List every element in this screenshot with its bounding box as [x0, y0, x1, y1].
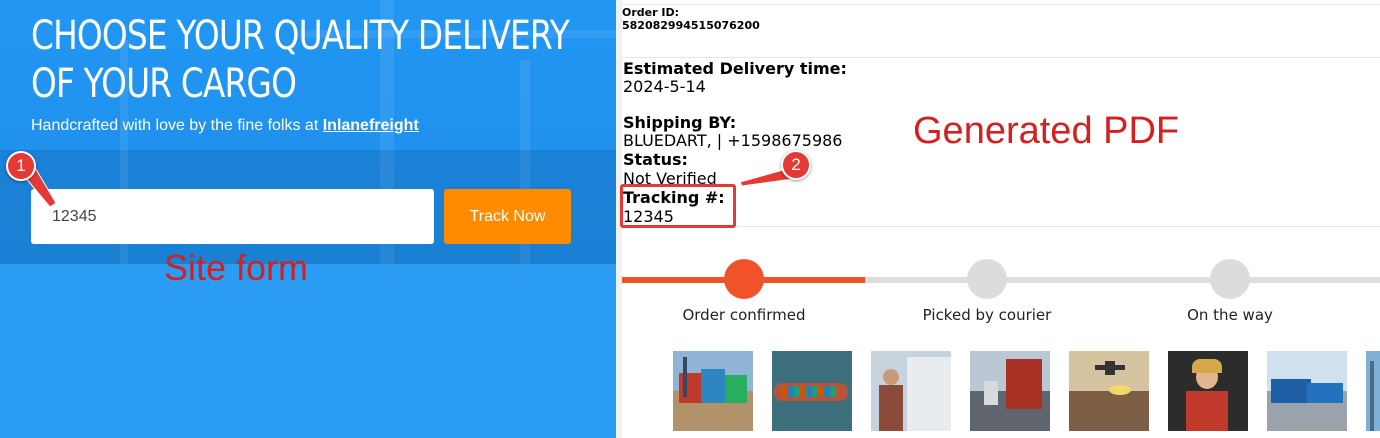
order-id-value: 582082994515076200	[622, 19, 760, 32]
track-now-button[interactable]: Track Now	[444, 189, 571, 244]
thumbnail-partial	[1366, 351, 1380, 431]
headline-line-1: CHOOSE YOUR QUALITY DELIVERY	[31, 13, 570, 59]
tracking-number-input[interactable]	[31, 189, 434, 244]
status-label: Status:	[623, 150, 688, 169]
shipping-label: Shipping BY:	[623, 113, 737, 132]
shipping-value: BLUEDART, | +1598675986	[623, 131, 843, 150]
step-label-picked-by-courier: Picked by courier	[922, 306, 1052, 324]
thumbnail-truck-driver	[871, 351, 951, 431]
thumbnail-blue-trucks-lot	[1267, 351, 1347, 431]
progress-line-remaining	[865, 277, 1380, 283]
site-form-panel: CHOOSE YOUR QUALITY DELIVERY OF YOUR CAR…	[0, 0, 616, 438]
annotation-badge-2: 2	[781, 150, 811, 180]
step-label-order-confirmed: Order confirmed	[682, 306, 806, 324]
step-label-on-the-way: On the way	[1187, 306, 1273, 324]
step-dot-order-confirmed	[724, 259, 764, 299]
step-dot-on-the-way	[1210, 259, 1250, 299]
subline: Handcrafted with love by the fine folks …	[31, 117, 419, 135]
inlanefreight-link[interactable]: Inlanefreight	[323, 117, 419, 134]
generated-pdf-annotation: Generated PDF	[913, 110, 1180, 152]
headline-line-2: OF YOUR CARGO	[31, 61, 297, 107]
est-delivery-label: Estimated Delivery time:	[623, 59, 847, 78]
thumbnail-red-truck-highway	[970, 351, 1050, 431]
thumbnail-woman-driver	[1168, 351, 1248, 431]
tracking-highlight-box	[620, 184, 736, 228]
step-dot-picked-by-courier	[967, 259, 1007, 299]
order-id-label: Order ID:	[622, 6, 679, 19]
subline-text: Handcrafted with love by the fine folks …	[31, 117, 323, 134]
headline: CHOOSE YOUR QUALITY DELIVERY OF YOUR CAR…	[31, 12, 570, 108]
annotation-badge-1: 1	[6, 151, 36, 181]
thumbnail-container-port	[673, 351, 753, 431]
site-form-annotation: Site form	[164, 247, 309, 288]
est-delivery-value: 2024-5-14	[623, 77, 706, 96]
thumbnail-plane-over-containers	[1069, 351, 1149, 431]
thumbnail-cargo-ship	[772, 351, 852, 431]
